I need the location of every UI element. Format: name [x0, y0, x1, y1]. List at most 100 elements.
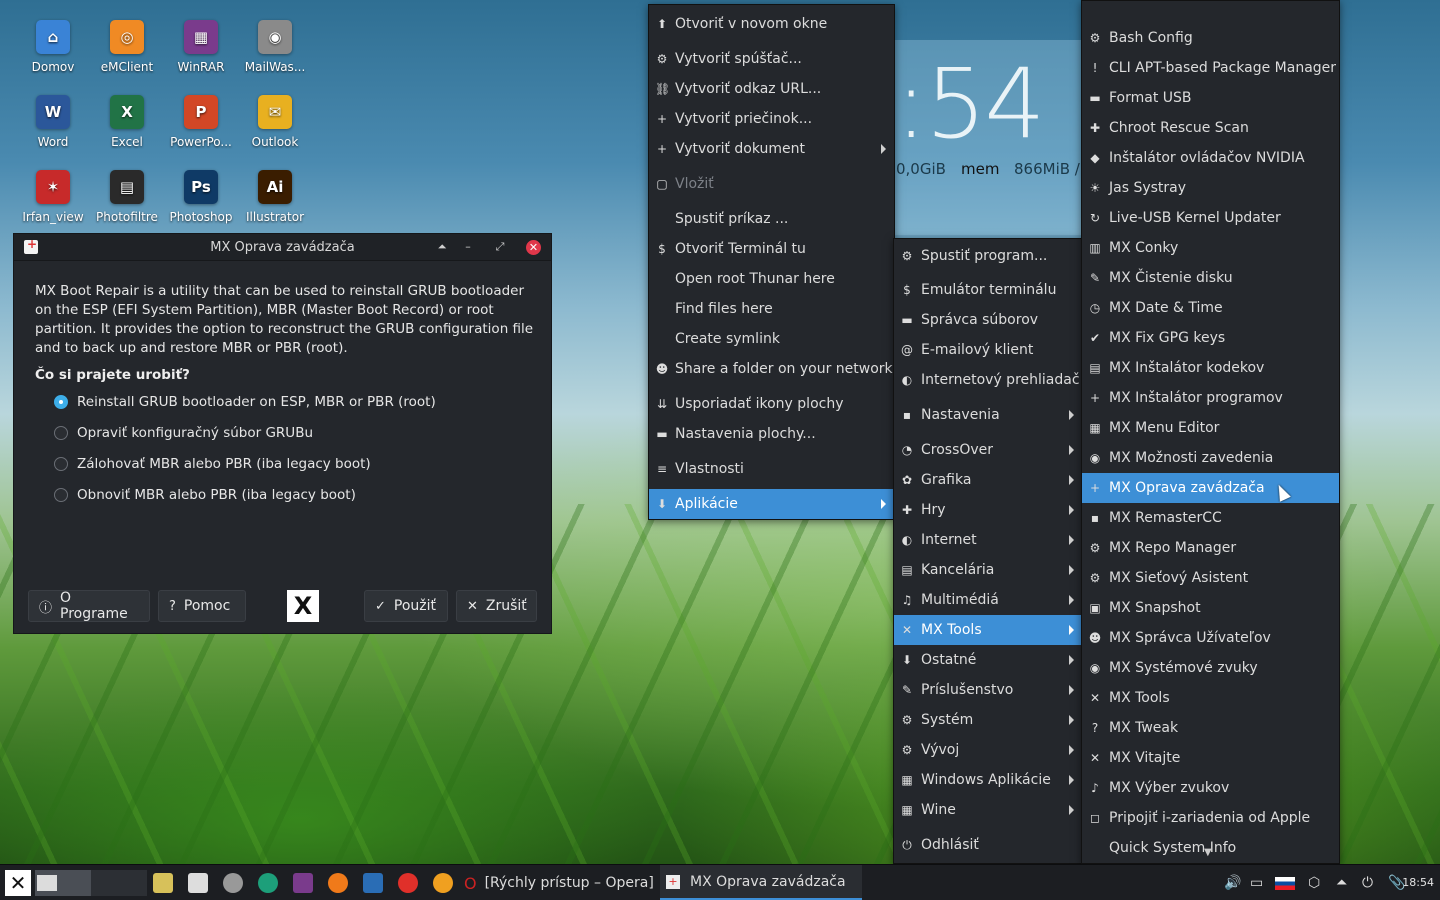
keyboard-layout-flag-icon[interactable]: [1275, 870, 1295, 896]
menu-item-spusti-program[interactable]: ⚙ Spustiť program...: [894, 241, 1082, 271]
desktop-icon-11[interactable]: Ai Illustrator: [240, 170, 310, 224]
help-button[interactable]: ? Pomoc: [158, 590, 246, 622]
menu-item-otvori-termin-l-tu[interactable]: $ Otvoriť Terminál tu: [649, 234, 894, 264]
menu-item-aplik-cie[interactable]: ⬇ Aplikácie: [649, 489, 894, 519]
menu-item-vlo-i[interactable]: ▢ Vložiť: [649, 169, 894, 199]
menu-item-syst-m[interactable]: ⚙ Systém: [894, 705, 1082, 735]
workspace-1[interactable]: [35, 870, 91, 896]
menu-item-mx-tweak[interactable]: ? MX Tweak: [1082, 713, 1339, 743]
menu-item-kancel-ria[interactable]: ▤ Kancelária: [894, 555, 1082, 585]
volume-icon[interactable]: 🔊: [1224, 870, 1241, 896]
menu-item-mx-date-time[interactable]: ◷ MX Date & Time: [1082, 293, 1339, 323]
desktop-icon-10[interactable]: Ps Photoshop: [166, 170, 236, 224]
menu-item-mx-istenie-disku[interactable]: ✎ MX Čistenie disku: [1082, 263, 1339, 293]
menu-item-jas-systray[interactable]: ☀ Jas Systray: [1082, 173, 1339, 203]
menu-item-mx-in-tal-tor-kodekov[interactable]: ▤ MX Inštalátor kodekov: [1082, 353, 1339, 383]
radio-button[interactable]: [54, 426, 68, 440]
desktop-icon-6[interactable]: P PowerPo...: [166, 95, 236, 149]
menu-item-crossover[interactable]: ◔ CrossOver: [894, 435, 1082, 465]
menu-item-format-usb[interactable]: ▬ Format USB: [1082, 83, 1339, 113]
menu-item-vytvori-dokument[interactable]: + Vytvoriť dokument: [649, 134, 894, 164]
menu-item-nastavenia[interactable]: ▪ Nastavenia: [894, 400, 1082, 430]
close-icon[interactable]: ✕: [526, 240, 541, 255]
minimize-icon[interactable]: –: [461, 240, 475, 254]
menu-item-windows-aplik-cie[interactable]: ▦ Windows Aplikácie: [894, 765, 1082, 795]
menu-item-open-root-thunar-here[interactable]: Open root Thunar here: [649, 264, 894, 294]
menu-item-mx-oprava-zav-dza-a[interactable]: + MX Oprava zavádzača: [1082, 473, 1339, 503]
menu-item-spr-vca-s-borov[interactable]: ▬ Správca súborov: [894, 305, 1082, 335]
menu-item-ostatn[interactable]: ⬇ Ostatné: [894, 645, 1082, 675]
clock[interactable]: 18:54: [1402, 876, 1434, 889]
menu-item-hry[interactable]: ✚ Hry: [894, 495, 1082, 525]
apply-button[interactable]: ✓ Použiť: [364, 590, 448, 622]
menu-item-mx-in-tal-tor-programov[interactable]: + MX Inštalátor programov: [1082, 383, 1339, 413]
menu-item-spusti-pr-kaz[interactable]: Spustiť príkaz ...: [649, 204, 894, 234]
display-icon[interactable]: ▭: [1250, 870, 1263, 896]
menu-item-mx-vitajte[interactable]: ✕ MX Vitajte: [1082, 743, 1339, 773]
menu-item-mx-spr-vca-u-vate-ov[interactable]: ☻ MX Správca Užívateľov: [1082, 623, 1339, 653]
menu-item-mx-syst-mov-zvuky[interactable]: ◉ MX Systémové zvuky: [1082, 653, 1339, 683]
menu-item-e-mailov-klient[interactable]: @ E-mailový klient: [894, 335, 1082, 365]
menu-item-mx-mo-nosti-zavedenia[interactable]: ◉ MX Možnosti zavedenia: [1082, 443, 1339, 473]
calc-launcher[interactable]: [363, 870, 383, 896]
radio-button[interactable]: [54, 488, 68, 502]
menu-item-v-voj[interactable]: ⚙ Vývoj: [894, 735, 1082, 765]
menu-item-live-usb-kernel-updater[interactable]: ↻ Live-USB Kernel Updater: [1082, 203, 1339, 233]
task-opera[interactable]: O [Rýchly prístup – Opera]: [464, 870, 654, 896]
desktop-icon-1[interactable]: ◎ eMClient: [92, 20, 162, 74]
updates-icon[interactable]: ⏶: [1336, 870, 1347, 896]
option-radio-0[interactable]: Reinstall GRUB bootloader on ESP, MBR or…: [54, 394, 436, 410]
terminal-launcher[interactable]: [188, 870, 208, 896]
cancel-button[interactable]: ✕ Zrušiť: [456, 590, 537, 622]
menu-item-mx-fix-gpg-keys[interactable]: ✔ MX Fix GPG keys: [1082, 323, 1339, 353]
desktop-icon-4[interactable]: W Word: [18, 95, 88, 149]
power-icon[interactable]: ⏻: [1362, 870, 1373, 896]
menu-item-emul-tor-termin-lu[interactable]: $ Emulátor terminálu: [894, 275, 1082, 305]
menu-item-multim-di[interactable]: ♫ Multimédiá: [894, 585, 1082, 615]
desktop-icon-5[interactable]: X Excel: [92, 95, 162, 149]
menu-item-mx-repo-manager[interactable]: ⚙ MX Repo Manager: [1082, 533, 1339, 563]
menu-item-internet[interactable]: ◐ Internet: [894, 525, 1082, 555]
menu-item-mx-snapshot[interactable]: ▣ MX Snapshot: [1082, 593, 1339, 623]
task-boot-repair[interactable]: + MX Oprava zavádzača: [660, 865, 862, 900]
workspace-2[interactable]: [91, 870, 147, 896]
network-icon[interactable]: ⬡: [1308, 870, 1320, 896]
dialog-titlebar[interactable]: MX Oprava zavádzača ⏶ – ⤢ ✕: [14, 234, 551, 261]
menu-item-share-a-folder-on-your-network[interactable]: ☻ Share a folder on your network: [649, 354, 894, 384]
radio-button[interactable]: [54, 395, 68, 409]
radio-button[interactable]: [54, 457, 68, 471]
menu-item-vytvori-prie-inok[interactable]: + Vytvoriť priečinok...: [649, 104, 894, 134]
menu-item-usporiada-ikony-plochy[interactable]: ⇊ Usporiadať ikony plochy: [649, 389, 894, 419]
disk-launcher[interactable]: [223, 870, 243, 896]
winrar-launcher[interactable]: [293, 870, 313, 896]
firefox-launcher[interactable]: [328, 870, 348, 896]
menu-item-wine[interactable]: ▦ Wine: [894, 795, 1082, 825]
about-button[interactable]: ⓘ O Programe: [28, 590, 150, 622]
menu-item-mx-tools[interactable]: ✕ MX Tools: [894, 615, 1082, 645]
menu-item-vytvori-odkaz-url[interactable]: ⛓ Vytvoriť odkaz URL...: [649, 74, 894, 104]
menu-item-mx-sie-ov-asistent[interactable]: ⚙ MX Sieťový Asistent: [1082, 563, 1339, 593]
menu-item-nastavenia-plochy[interactable]: ▬ Nastavenia plochy...: [649, 419, 894, 449]
menu-item-chroot-rescue-scan[interactable]: ✚ Chroot Rescue Scan: [1082, 113, 1339, 143]
menu-item-otvori-v-novom-okne[interactable]: ⬆ Otvoriť v novom okne: [649, 9, 894, 39]
menu-item-vlastnosti[interactable]: ≡ Vlastnosti: [649, 454, 894, 484]
menu-item-vytvori-sp-a[interactable]: ⚙ Vytvoriť spúšťač...: [649, 44, 894, 74]
menu-item-mx-conky[interactable]: ▥ MX Conky: [1082, 233, 1339, 263]
menu-item-in-tal-tor-ovl-da-ov-nvidia[interactable]: ◆ Inštalátor ovládačov NVIDIA: [1082, 143, 1339, 173]
menu-item-odhl-si[interactable]: ⏻ Odhlásiť: [894, 830, 1082, 860]
desktop-icon-9[interactable]: ▤ Photofiltre: [92, 170, 162, 224]
menu-item-cli-apt-based-package-manager[interactable]: ! CLI APT-based Package Manager: [1082, 53, 1339, 83]
desktop-icon-3[interactable]: ◉ MailWas...: [240, 20, 310, 74]
menu-item-mx-remastercc[interactable]: ▪ MX RemasterCC: [1082, 503, 1339, 533]
desktop-icon-8[interactable]: ✶ Irfan_view: [18, 170, 88, 224]
desktop-icon-7[interactable]: ✉ Outlook: [240, 95, 310, 149]
menu-item-pripoji-i-zariadenia-od-apple[interactable]: ◻ Pripojiť i-zariadenia od Apple: [1082, 803, 1339, 833]
app-launcher-green[interactable]: [258, 870, 278, 896]
file-manager-launcher[interactable]: [153, 870, 173, 896]
menu-item-mx-tools[interactable]: ✕ MX Tools: [1082, 683, 1339, 713]
maximize-icon[interactable]: ⤢: [493, 240, 507, 254]
photos-launcher[interactable]: [433, 870, 453, 896]
option-radio-1[interactable]: Opraviť konfiguračný súbor GRUBu: [54, 425, 313, 441]
desktop-icon-2[interactable]: ▦ WinRAR: [166, 20, 236, 74]
menu-item-bash-config[interactable]: ⚙ Bash Config: [1082, 23, 1339, 53]
